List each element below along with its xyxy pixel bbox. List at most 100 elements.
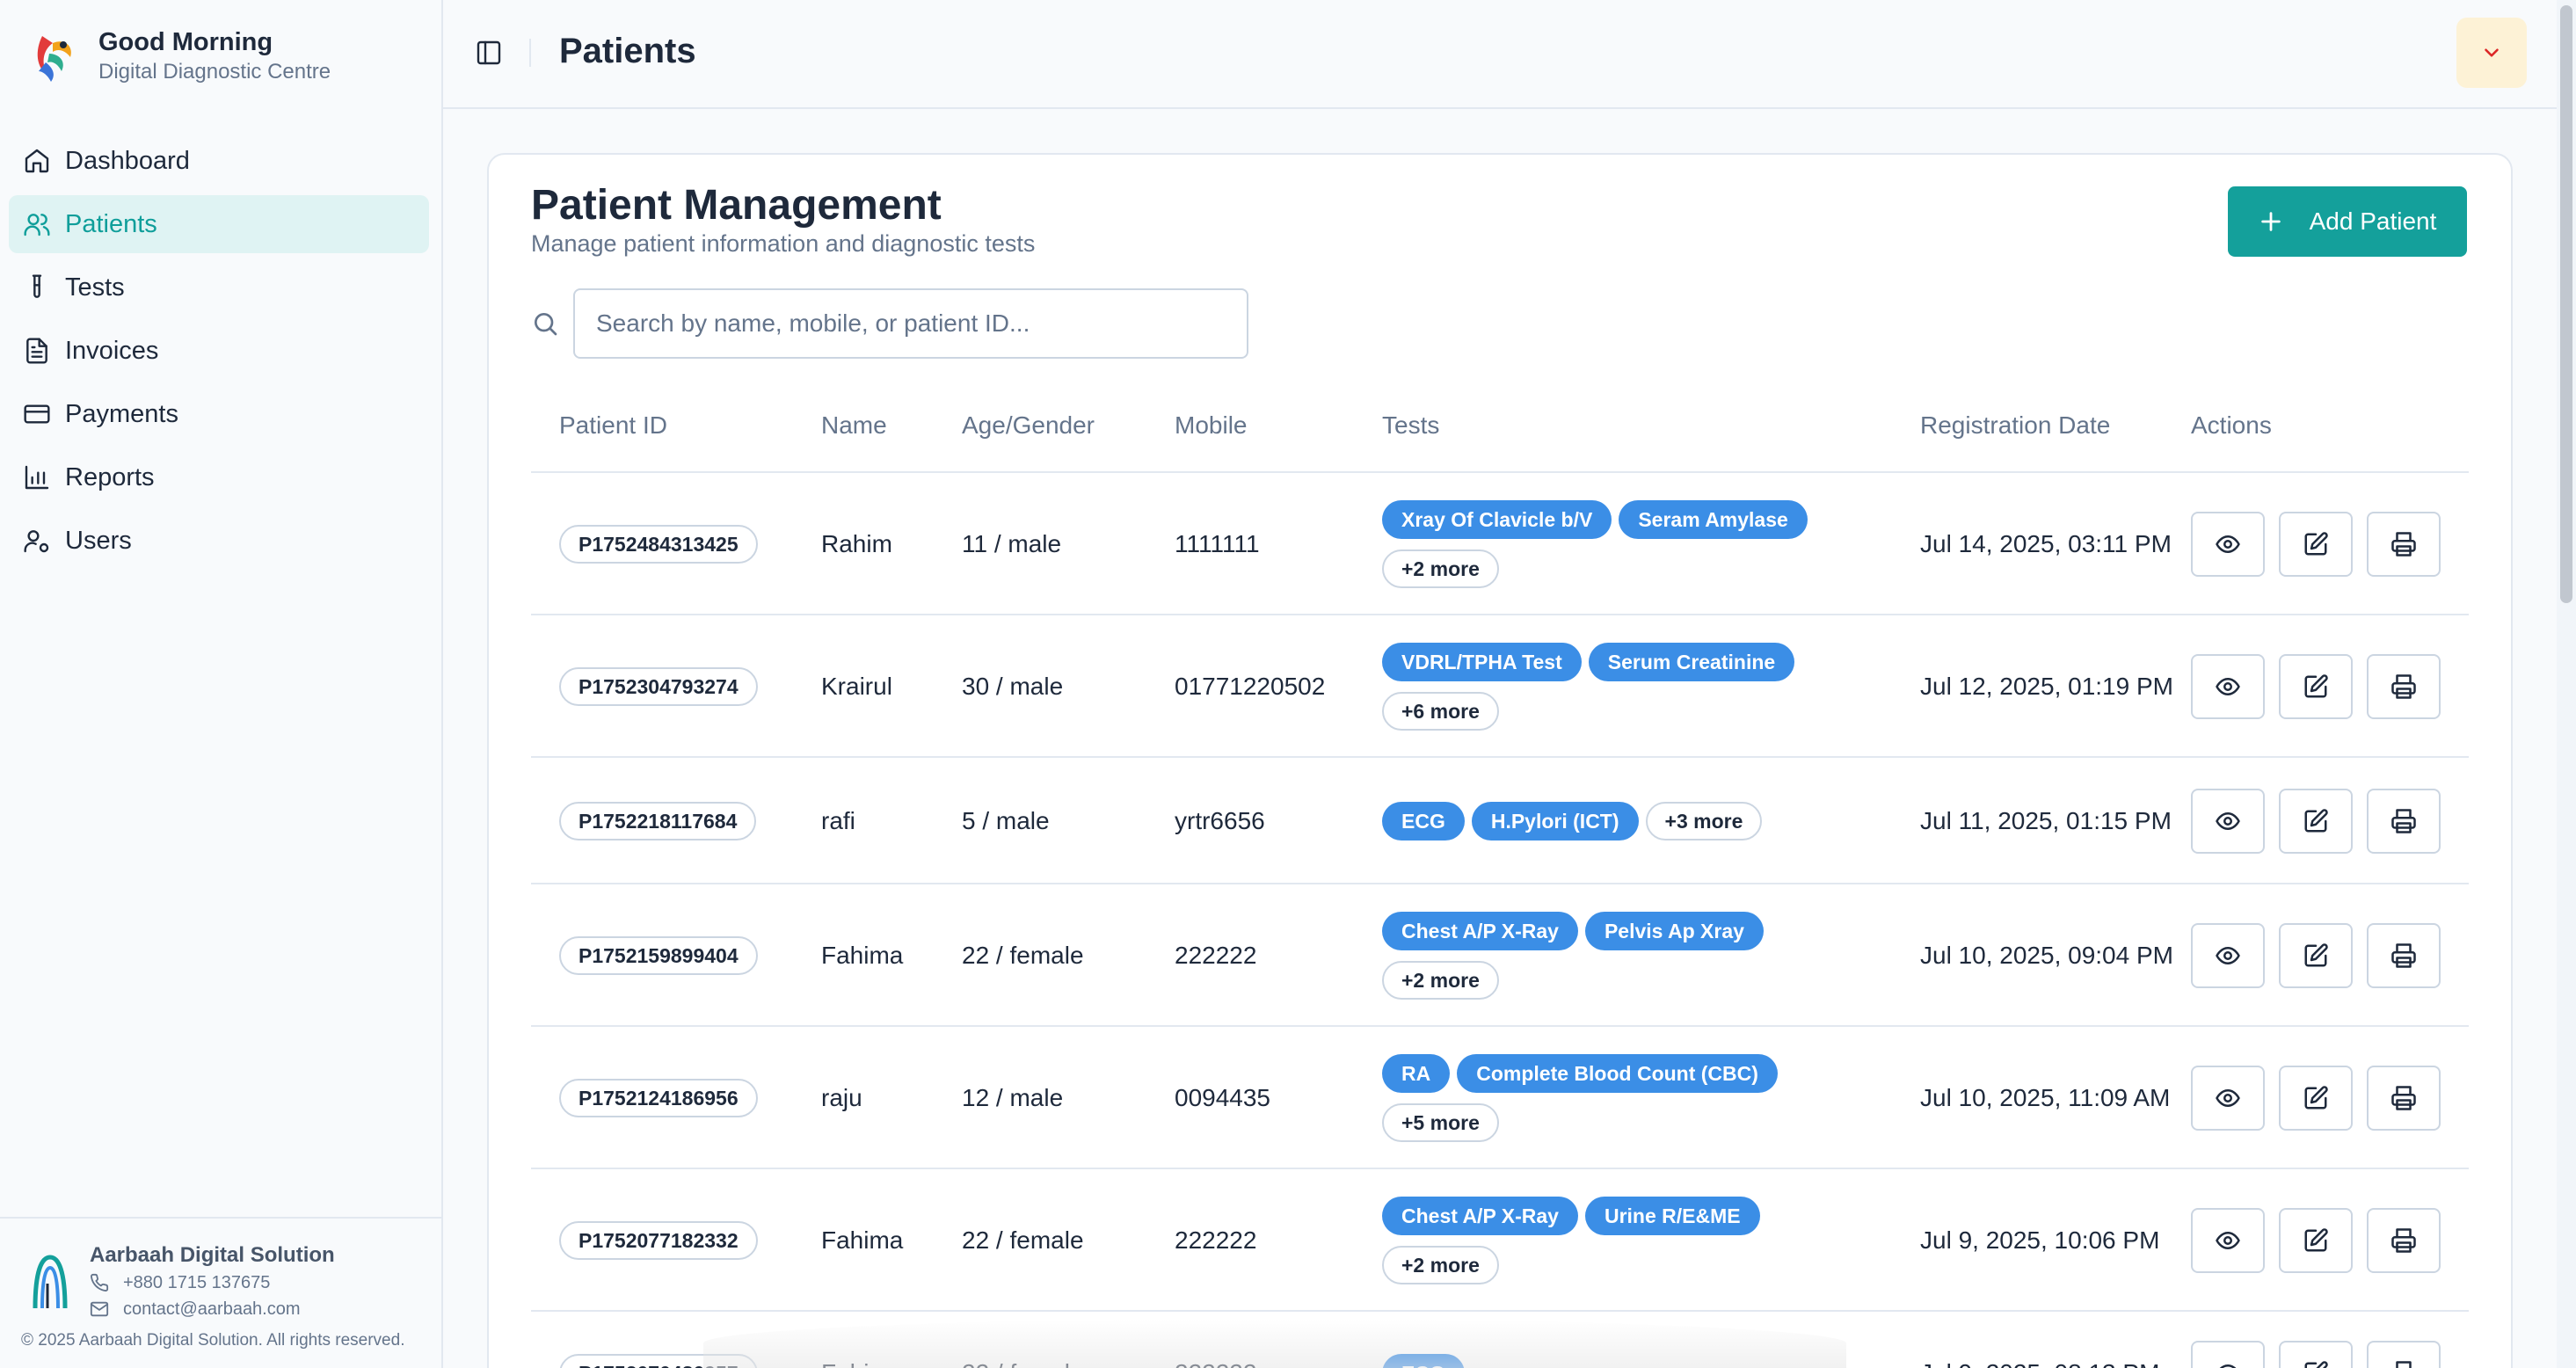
test-tube-icon: [32, 274, 42, 298]
print-button[interactable]: [2367, 654, 2441, 719]
edit-button[interactable]: [2279, 789, 2353, 854]
cell-registration-date: Jul 10, 2025, 11:09 AM: [1920, 1084, 2171, 1111]
edit-button[interactable]: [2279, 1208, 2353, 1273]
more-tests-badge[interactable]: +2 more: [1382, 549, 1499, 588]
edit-button[interactable]: [2279, 1066, 2353, 1131]
add-patient-label: Add Patient: [2309, 207, 2437, 235]
more-tests-badge[interactable]: +6 more: [1382, 692, 1499, 731]
view-button[interactable]: [2191, 512, 2265, 577]
sidebar-item-label: Payments: [65, 399, 178, 428]
edit-button[interactable]: [2279, 1341, 2353, 1368]
view-button[interactable]: [2191, 1066, 2265, 1131]
eye-icon: [2216, 1089, 2240, 1107]
org-phone: +880 1715 137675: [90, 1270, 335, 1296]
cell-name: rafi: [821, 807, 855, 834]
test-tag: Urine R/E&ME: [1584, 1197, 1760, 1235]
user-menu-button[interactable]: [2456, 18, 2527, 88]
org-logo-icon: [33, 1255, 68, 1309]
cell-age-gender: 22 / female: [962, 942, 1084, 969]
home-icon: [25, 149, 49, 173]
sidebar-item-patients[interactable]: Patients: [9, 195, 429, 253]
column-header-age-gender[interactable]: Age/Gender: [962, 378, 1095, 473]
eye-icon: [2216, 1232, 2240, 1249]
print-button[interactable]: [2367, 1341, 2441, 1368]
cell-registration-date: Jul 12, 2025, 01:19 PM: [1920, 673, 2173, 700]
view-button[interactable]: [2191, 654, 2265, 719]
view-button[interactable]: [2191, 1208, 2265, 1273]
cell-actions: [2191, 884, 2441, 1027]
cell-registration-date: Jul 9, 2025, 08:13 PM: [1920, 1312, 2175, 1368]
table-row[interactable]: P1752304793274 Krairul 30 / male 0177122050…: [531, 615, 2469, 758]
table-row[interactable]: P1752159899404 Fahima 22 / female 222222 Che…: [531, 884, 2469, 1027]
test-tag: Complete Blood Count (CBC): [1457, 1054, 1778, 1093]
sidebar-item-tests[interactable]: Tests: [9, 258, 429, 317]
scrollbar-thumb[interactable]: [2560, 5, 2572, 603]
cell-actions: [2191, 615, 2441, 758]
column-header-actions: Actions: [2191, 411, 2272, 439]
print-button[interactable]: [2367, 789, 2441, 854]
sidebar-item-users[interactable]: Users: [9, 512, 429, 570]
table-row[interactable]: P1752218117684 rafi 5 / male yrtr6656 ECG H.P…: [531, 758, 2469, 884]
org-info: Aarbaah Digital Solution +880 1715 13767…: [30, 1241, 335, 1322]
cell-name: Rahim: [821, 530, 892, 557]
print-button[interactable]: [2367, 923, 2441, 988]
page-scrollbar[interactable]: [2557, 0, 2576, 1368]
table-row[interactable]: P1752077182332 Fahima 22 / female 222222 Che…: [531, 1169, 2469, 1312]
column-header-tests[interactable]: Tests: [1382, 378, 1439, 473]
org-name: Aarbaah Digital Solution: [90, 1243, 335, 1267]
cell-patient-id: P1752159899404: [559, 884, 758, 1027]
view-button[interactable]: [2191, 789, 2265, 854]
cell-patient-id: P1752484313425: [559, 473, 758, 615]
cell-mobile: 1111111: [1175, 530, 1260, 557]
cell-age-gender: 12 / male: [962, 1084, 1064, 1111]
cell-tests: Chest A/P X-Ray Urine R/E&ME +2 more: [1382, 1169, 1874, 1312]
more-tests-badge[interactable]: +5 more: [1382, 1103, 1499, 1142]
sidebar: Good Morning Digital Diagnostic Centre D…: [0, 0, 443, 1368]
cell-tests: RA Complete Blood Count (CBC) +5 more: [1382, 1027, 1874, 1169]
column-header-patient-id[interactable]: Patient ID: [559, 378, 667, 473]
edit-button[interactable]: [2279, 654, 2353, 719]
edit-button[interactable]: [2279, 512, 2353, 577]
section-subtitle: Manage patient information and diagnosti…: [531, 230, 1036, 257]
column-header-registration-date[interactable]: Registration Date: [1920, 378, 2110, 473]
sidebar-toggle-icon[interactable]: [475, 39, 503, 67]
more-tests-badge[interactable]: +2 more: [1382, 1246, 1499, 1284]
patient-id-badge: P1752159899404: [559, 936, 758, 975]
cell-patient-id: P1752077182332: [559, 1169, 758, 1312]
more-tests-badge[interactable]: +3 more: [1645, 802, 1763, 840]
sidebar-item-dashboard[interactable]: Dashboard: [9, 132, 429, 190]
edit-button[interactable]: [2279, 923, 2353, 988]
cell-mobile: 222222: [1175, 1226, 1257, 1254]
print-button[interactable]: [2367, 1066, 2441, 1131]
eye-icon: [2216, 678, 2240, 695]
brand-subtitle: Digital Diagnostic Centre: [98, 60, 331, 84]
more-tests-badge[interactable]: +2 more: [1382, 961, 1499, 1000]
sidebar-item-invoices[interactable]: Invoices: [9, 322, 429, 380]
sidebar-item-reports[interactable]: Reports: [9, 448, 429, 506]
test-tag: Chest A/P X-Ray: [1382, 912, 1578, 950]
table-row[interactable]: P1752124186956 raju 12 / male 0094435 RA Comp…: [531, 1027, 2469, 1169]
print-button[interactable]: [2367, 512, 2441, 577]
printer-icon: [2391, 943, 2416, 968]
edit-icon: [2304, 1086, 2328, 1110]
print-button[interactable]: [2367, 1208, 2441, 1273]
cell-mobile: 222222: [1175, 942, 1257, 969]
column-header-name[interactable]: Name: [821, 378, 887, 473]
org-email[interactable]: contact@aarbaah.com: [90, 1296, 335, 1322]
patient-id-badge: P1752124186956: [559, 1079, 758, 1117]
search-input[interactable]: [573, 288, 1248, 359]
cell-mobile: 01771220502: [1175, 673, 1326, 700]
table-row[interactable]: P1752484313425 Rahim 11 / male 1111111 Xray …: [531, 473, 2469, 615]
add-patient-button[interactable]: Add Patient: [2228, 186, 2467, 257]
sidebar-item-payments[interactable]: Payments: [9, 385, 429, 443]
view-button[interactable]: [2191, 1341, 2265, 1368]
cell-registration-date: Jul 10, 2025, 09:04 PM: [1920, 942, 2173, 969]
brand[interactable]: Good Morning Digital Diagnostic Centre: [26, 26, 331, 86]
column-header-mobile[interactable]: Mobile: [1175, 378, 1247, 473]
cell-registration-date: Jul 14, 2025, 03:11 PM: [1920, 530, 2172, 557]
view-button[interactable]: [2191, 923, 2265, 988]
sidebar-item-label: Users: [65, 526, 132, 555]
eye-icon: [2216, 812, 2240, 830]
plus-icon: [2260, 212, 2281, 231]
printer-icon: [2391, 809, 2416, 833]
